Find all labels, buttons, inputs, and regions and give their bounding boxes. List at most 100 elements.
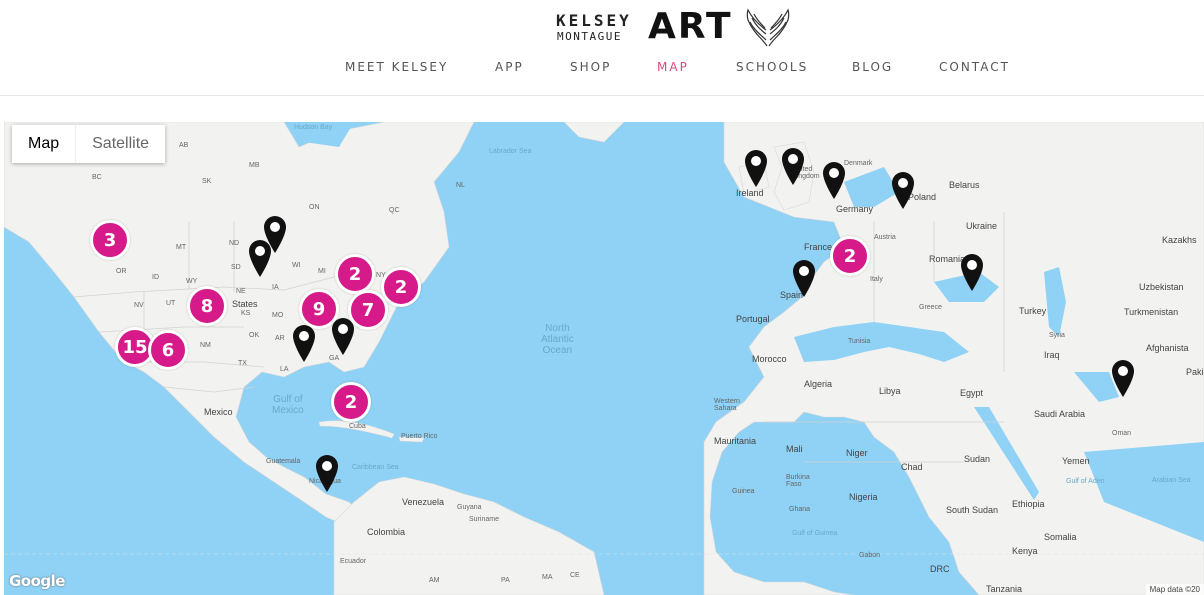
map-label: Paki: [1186, 367, 1204, 377]
map-label: ND: [229, 240, 240, 247]
cluster-marker[interactable]: 3: [90, 220, 130, 260]
nav-app[interactable]: APP: [495, 60, 524, 74]
map-type-control: Map Satellite: [12, 125, 166, 163]
map-label: GA: [329, 355, 340, 362]
map-pin-icon[interactable]: [247, 238, 273, 278]
map-pin-icon[interactable]: [743, 148, 769, 188]
map-label: Ghana: [789, 506, 811, 513]
map-pin-icon[interactable]: [959, 252, 985, 292]
map-label: States: [232, 299, 258, 309]
logo-line-1: KELSEY: [556, 11, 632, 30]
map-label: PA: [501, 577, 510, 584]
nav-blog[interactable]: BLOG: [852, 60, 893, 74]
map-label: MT: [176, 244, 187, 251]
logo-line-2: MONTAGUE: [557, 30, 622, 43]
map-label: Syria: [1049, 332, 1065, 339]
map-label: Niger: [846, 448, 868, 458]
map-label: Labrador Sea: [489, 148, 532, 155]
map-label: OK: [249, 332, 260, 339]
map-label: WI: [292, 262, 301, 269]
map-label: South Sudan: [946, 505, 999, 515]
map-label: AM: [429, 577, 440, 584]
map-label: Ecuador: [340, 558, 367, 565]
map-label: MO: [272, 312, 284, 319]
wings-icon: [746, 8, 790, 47]
map-label: Turkey: [1019, 306, 1047, 316]
map-label: QC: [389, 207, 400, 214]
map-label: WY: [186, 278, 198, 285]
map-label: Mauritania: [714, 436, 757, 446]
nav-shop[interactable]: SHOP: [570, 60, 611, 74]
map-label: Ireland: [736, 188, 764, 198]
cluster-marker[interactable]: 8: [187, 286, 227, 326]
map-pin-icon[interactable]: [780, 146, 806, 186]
cluster-marker[interactable]: 2: [830, 236, 870, 276]
main-nav: MEET KELSEY APP SHOP MAP SCHOOLS BLOG CO…: [0, 60, 1204, 82]
nav-map[interactable]: MAP: [657, 60, 689, 74]
map-type-satellite-button[interactable]: Satellite: [76, 125, 165, 163]
map-label: SK: [202, 178, 212, 185]
cluster-marker[interactable]: 2: [331, 382, 371, 422]
map-pin-icon[interactable]: [314, 453, 340, 493]
map-label: Tunisia: [848, 338, 871, 345]
map-label: Guatemala: [266, 458, 301, 465]
map-label: Mali: [786, 444, 803, 454]
map-label: Western Sahara: [714, 398, 740, 412]
map-label: Sudan: [964, 454, 991, 464]
map-label: NE: [236, 288, 246, 295]
map-label: MB: [249, 162, 260, 169]
map-label: Tanzania: [986, 584, 1023, 594]
map-label: Chad: [901, 462, 923, 472]
map-label: TX: [238, 360, 247, 367]
map-pin-icon[interactable]: [1110, 358, 1136, 398]
map-label: Portugal: [736, 314, 770, 324]
nav-schools[interactable]: SCHOOLS: [736, 60, 808, 74]
nav-meet-kelsey[interactable]: MEET KELSEY: [345, 60, 448, 74]
map-label: SD: [231, 264, 241, 271]
cluster-marker[interactable]: 2: [335, 254, 375, 294]
map-pin-icon[interactable]: [821, 160, 847, 200]
map-label: Libya: [879, 386, 901, 396]
cluster-marker[interactable]: 6: [148, 330, 188, 370]
map-label: Ukraine: [966, 221, 998, 231]
map-label: Turkmenistan: [1124, 307, 1179, 317]
map-label: ID: [152, 274, 159, 281]
map-label: Gulf of Guinea: [792, 530, 838, 537]
map-label: Kenya: [1012, 546, 1038, 556]
map-label: NL: [456, 182, 465, 189]
map-type-map-button[interactable]: Map: [12, 125, 77, 163]
map-label: Morocco: [752, 354, 787, 364]
map-pin-icon[interactable]: [791, 258, 817, 298]
nav-contact[interactable]: CONTACT: [939, 60, 1010, 74]
site-logo[interactable]: KELSEY MONTAGUE ART: [556, 6, 806, 50]
map-label: Mexico: [204, 407, 233, 417]
map-label: Uzbekistan: [1139, 282, 1184, 292]
map-label: Hudson Bay: [294, 124, 333, 131]
logo-art: ART: [648, 6, 733, 47]
map-label: Algeria: [804, 379, 833, 389]
map-label: BC: [92, 174, 102, 181]
map-label: Greece: [919, 304, 942, 311]
map-label: OR: [116, 268, 127, 275]
map-label: Suriname: [469, 516, 499, 523]
map-label: DRC: [930, 564, 950, 574]
map-label: UT: [166, 300, 176, 307]
map-pin-icon[interactable]: [330, 316, 356, 356]
google-logo[interactable]: Google: [9, 572, 65, 590]
cluster-marker[interactable]: 2: [381, 267, 421, 307]
map-label: NM: [200, 342, 211, 349]
map-attribution[interactable]: Map data ©20: [1145, 584, 1204, 595]
map-label: Arabian Sea: [1152, 477, 1191, 484]
map-label: Guyana: [457, 504, 482, 511]
map-label: France: [804, 242, 833, 252]
map-label: Venezuela: [402, 497, 445, 507]
map-label: Gulf of Mexico: [272, 394, 304, 416]
map-label: Germany: [836, 204, 874, 214]
map-label: ON: [309, 204, 320, 211]
map-pin-icon[interactable]: [890, 170, 916, 210]
world-map[interactable]: Map Satellite Hudson Bay Labrador Sea BC…: [4, 122, 1204, 595]
map-label: Oman: [1112, 430, 1132, 437]
map-pin-icon[interactable]: [291, 323, 317, 363]
map-label: Yemen: [1062, 456, 1090, 466]
map-label: Colombia: [367, 527, 406, 537]
